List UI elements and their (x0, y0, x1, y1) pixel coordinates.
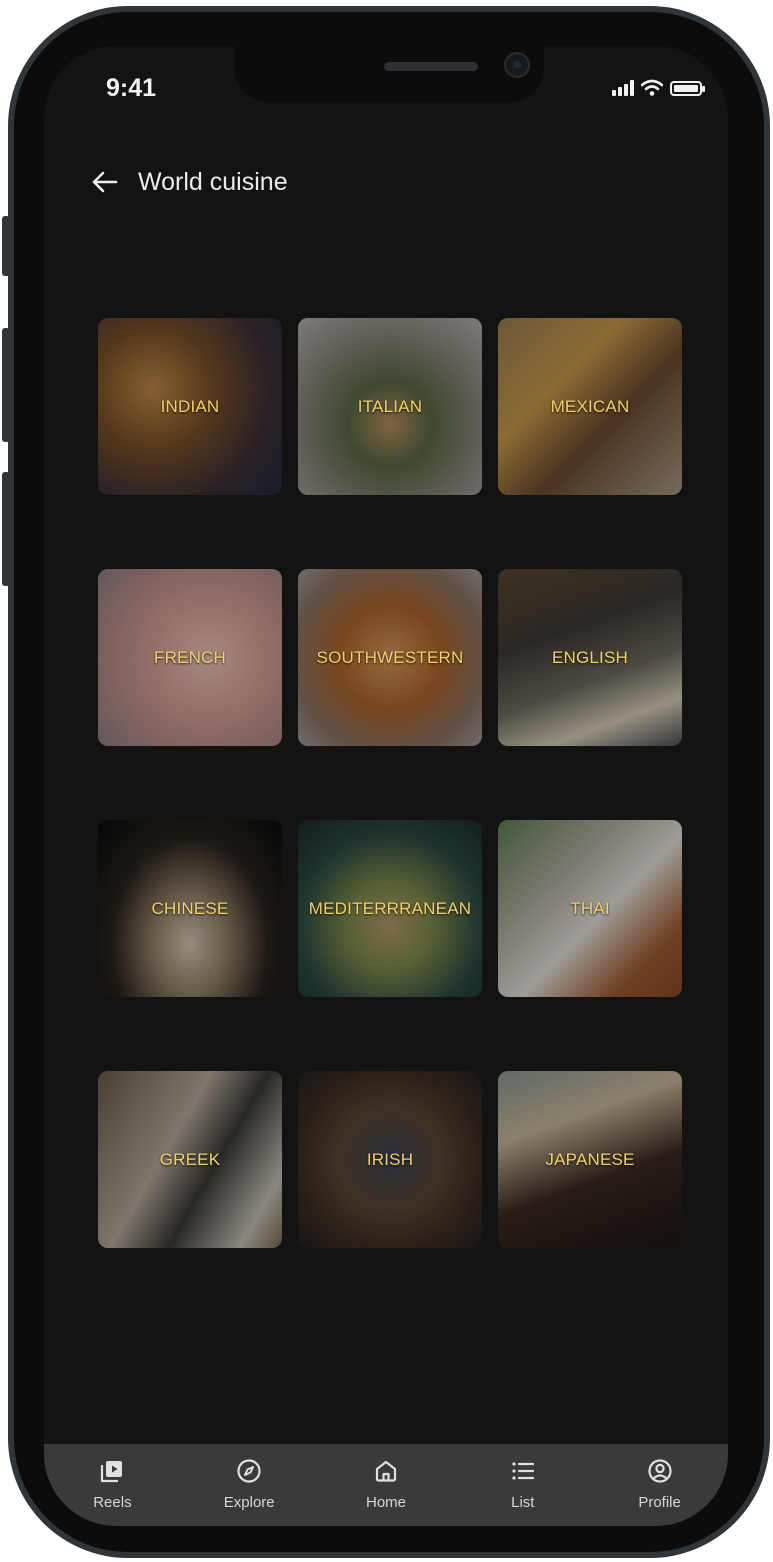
nav-item-reels[interactable]: Reels (44, 1444, 181, 1526)
cuisine-tile-french[interactable]: FRENCH (98, 569, 282, 746)
cuisine-label: ITALIAN (357, 396, 423, 416)
nav-item-home[interactable]: Home (318, 1444, 455, 1526)
nav-item-list[interactable]: List (454, 1444, 591, 1526)
status-time: 9:41 (106, 74, 157, 102)
compass-icon (234, 1456, 264, 1486)
home-icon (371, 1456, 401, 1486)
notch (234, 46, 544, 102)
cuisine-label: FRENCH (153, 647, 227, 667)
back-arrow-icon[interactable] (88, 166, 120, 198)
cuisine-label: SOUTHWESTERN (316, 647, 464, 667)
signal-icon (612, 80, 634, 96)
cuisine-grid: INDIAN ITALIAN MEXICAN FRENCH SOUTHWESTE… (98, 318, 682, 1248)
profile-icon (645, 1456, 675, 1486)
cuisine-label: ENGLISH (551, 647, 629, 667)
cuisine-label: GREEK (159, 1149, 221, 1169)
nav-label: Explore (223, 1494, 275, 1511)
cuisine-label: INDIAN (160, 396, 220, 416)
cuisine-tile-thai[interactable]: THAI (498, 820, 682, 997)
cuisine-tile-mexican[interactable]: MEXICAN (498, 318, 682, 495)
camera (504, 52, 530, 78)
cuisine-label: CHINESE (151, 898, 229, 918)
cuisine-label: THAI (570, 898, 610, 918)
cuisine-tile-chinese[interactable]: CHINESE (98, 820, 282, 997)
nav-item-explore[interactable]: Explore (181, 1444, 318, 1526)
nav-label: Reels (93, 1494, 132, 1511)
cuisine-tile-mediterranean[interactable]: MEDITERRRANEAN (298, 820, 482, 997)
cuisine-label: IRISH (366, 1149, 414, 1169)
cuisine-label: MEXICAN (550, 396, 630, 416)
cuisine-label: JAPANESE (545, 1149, 635, 1169)
screen: 9:41 World cuisine INDIAN ITALIAN MEXICA… (44, 46, 728, 1526)
cuisine-tile-irish[interactable]: IRISH (298, 1071, 482, 1248)
cuisine-tile-italian[interactable]: ITALIAN (298, 318, 482, 495)
bottom-navigation: Reels Explore Home List Profile (44, 1444, 728, 1526)
cuisine-tile-english[interactable]: ENGLISH (498, 569, 682, 746)
play-icon (97, 1456, 127, 1486)
speaker (384, 62, 478, 71)
cuisine-tile-greek[interactable]: GREEK (98, 1071, 282, 1248)
cuisine-tile-southwestern[interactable]: SOUTHWESTERN (298, 569, 482, 746)
cuisine-label: MEDITERRRANEAN (308, 898, 472, 918)
cuisine-tile-japanese[interactable]: JAPANESE (498, 1071, 682, 1248)
list-icon (508, 1456, 538, 1486)
nav-label: List (511, 1494, 535, 1511)
nav-label: Profile (638, 1494, 681, 1511)
mute-switch (2, 216, 10, 276)
battery-icon (670, 81, 705, 96)
nav-label: Home (365, 1494, 406, 1511)
volume-up-button (2, 328, 10, 442)
status-icons (612, 76, 705, 96)
volume-down-button (2, 472, 10, 586)
cuisine-tile-indian[interactable]: INDIAN (98, 318, 282, 495)
nav-item-profile[interactable]: Profile (591, 1444, 728, 1526)
wifi-icon (641, 79, 663, 96)
page-title: World cuisine (138, 167, 288, 196)
header: World cuisine (88, 166, 288, 198)
